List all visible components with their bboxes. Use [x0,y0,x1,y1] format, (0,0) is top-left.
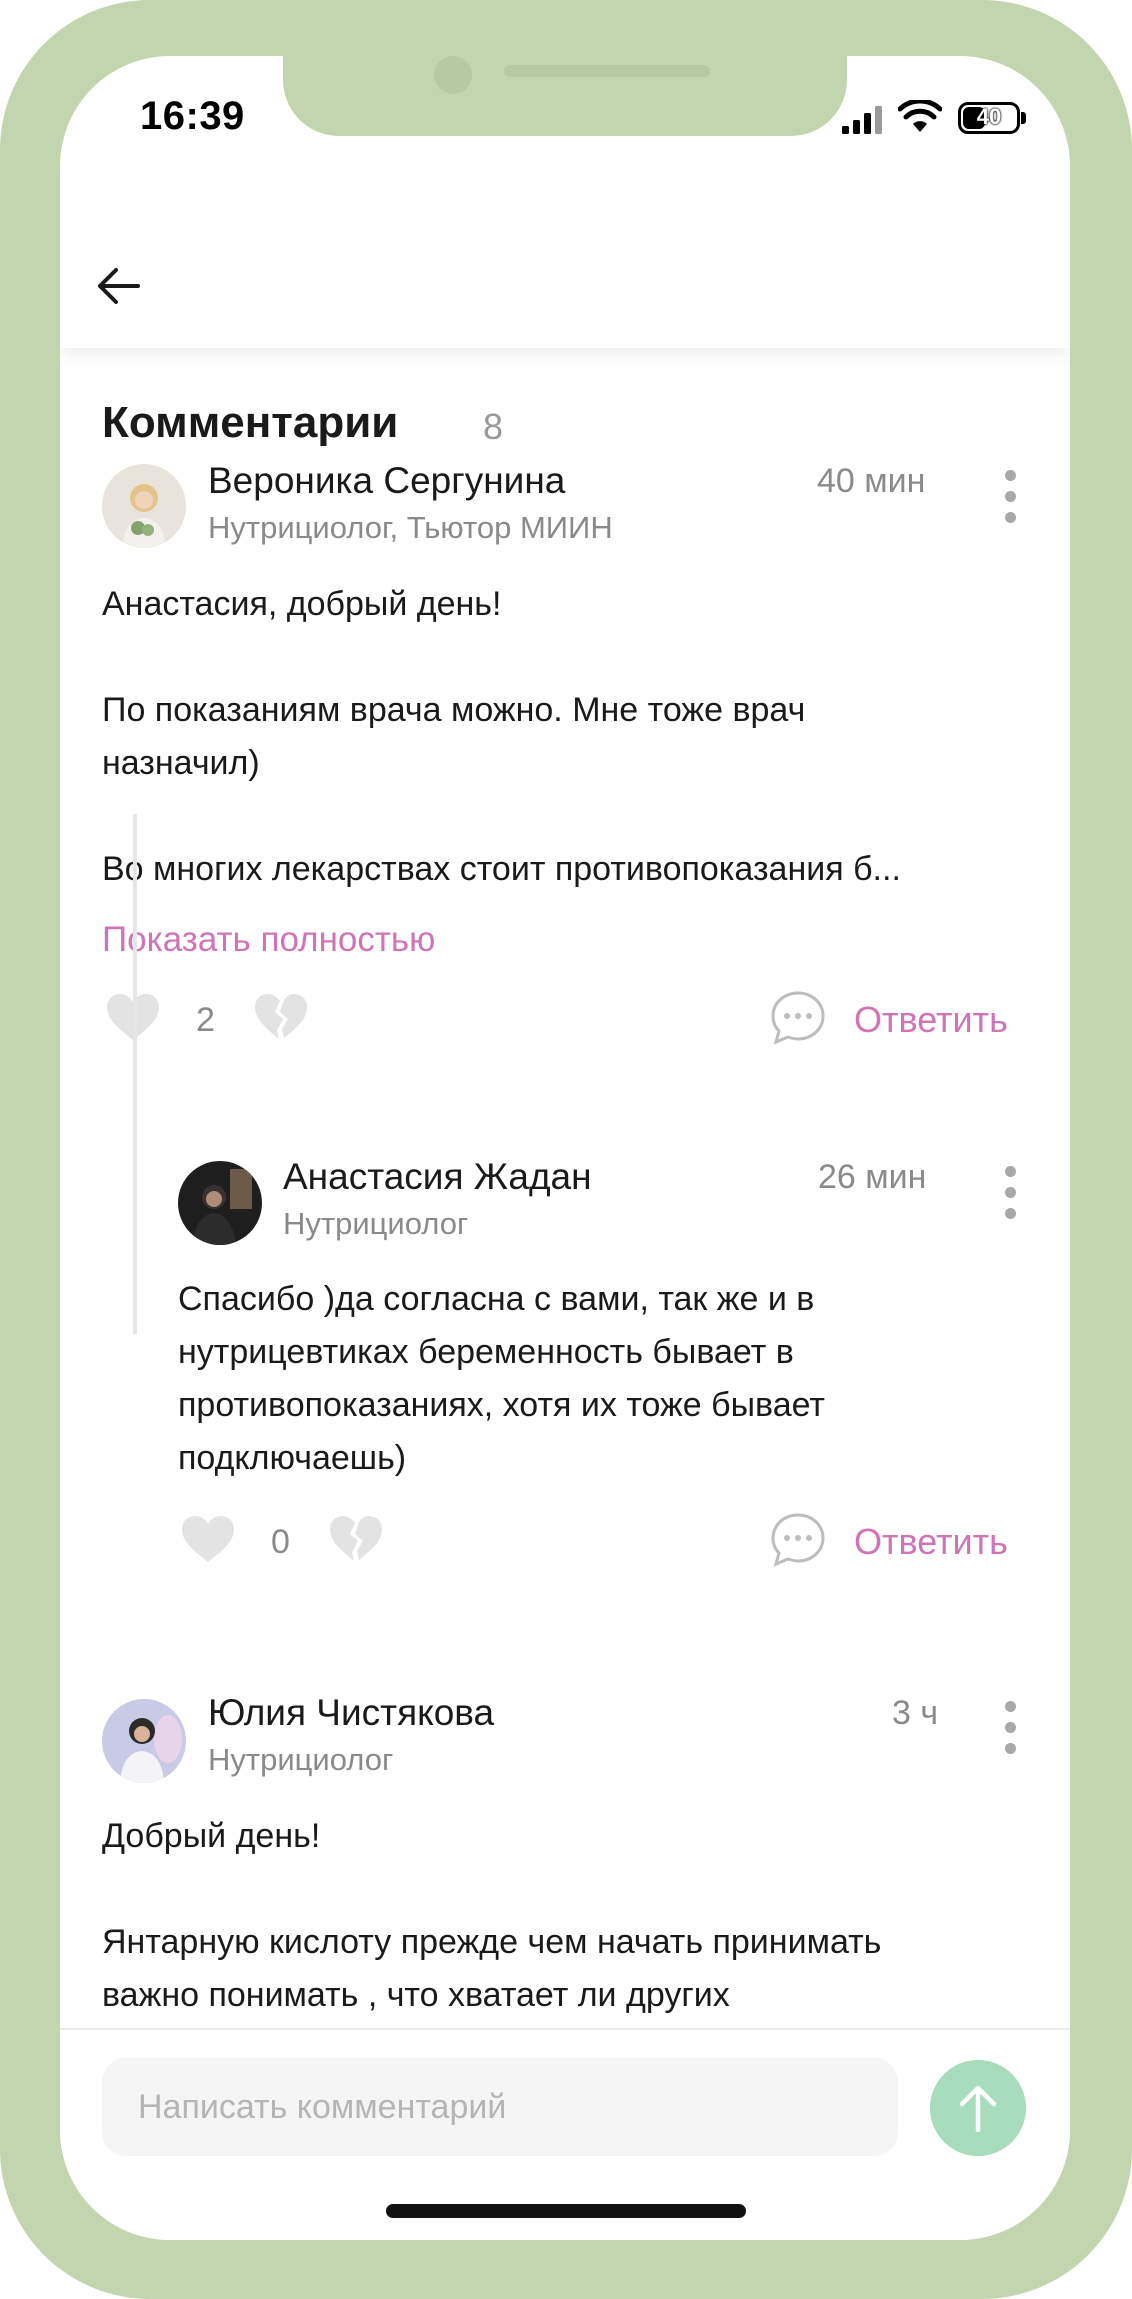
comment-text-line: По показаниям врача можно. Мне тоже врач [102,691,806,729]
avatar[interactable] [178,1161,262,1245]
comment-text-line [102,631,1042,684]
comment-time: 40 мин [817,462,926,500]
comment-text: Спасибо )да согласна с вами, так же и в … [178,1273,1038,1485]
comment-bubble-icon[interactable] [769,1511,827,1569]
comments-list: Комментарии 8 Вероника Сергунина Нутрици… [60,348,1070,2028]
comments-count: 8 [483,406,504,447]
speaker [504,65,710,77]
wifi-icon [898,100,942,132]
battery-nub [1021,112,1026,124]
app-screen: 16:39 40 Комментарии 8 Вероника Сергунин… [60,56,1070,2240]
heart-icon[interactable] [180,1514,236,1566]
comment-text-line: Во многих лекарствах стоит противопоказа… [102,850,901,888]
show-more-link[interactable]: Показать полностью [102,920,435,960]
more-options-icon[interactable] [1003,1701,1017,1757]
comment-author[interactable]: Вероника Сергунина [208,460,565,502]
comment-text: Добрый день! Янтарную кислоту прежде чем… [102,1810,1042,2022]
comment-author[interactable]: Юлия Чистякова [208,1692,494,1734]
comment-text-line: подключаешь) [178,1439,407,1477]
comment-bubble-icon[interactable] [769,989,827,1047]
comment-author-role: Нутрициолог [283,1206,469,1241]
send-arrow-icon[interactable] [930,2060,1026,2156]
avatar[interactable] [102,464,186,548]
comment-input[interactable]: Написать комментарий [102,2058,898,2156]
likes-count: 2 [196,1001,215,1039]
comment-text-line [102,1863,1042,1916]
status-time: 16:39 [140,94,245,138]
more-options-icon[interactable] [1003,1166,1017,1222]
broken-heart-icon[interactable] [253,992,309,1044]
comment-text: Анастасия, добрый день! По показаниям вр… [102,578,1042,896]
comment-text-line: назначил) [102,744,260,782]
reply-button[interactable]: Ответить [854,1521,1008,1563]
camera [434,56,472,94]
top-navigation-bar [60,176,1070,348]
back-arrow-icon[interactable] [90,261,146,311]
comment-text-line: нутрицевтиках беременность бывает в [178,1333,794,1371]
comment-text-line: Анастасия, добрый день! [102,585,502,623]
likes-count: 0 [271,1523,290,1561]
cellular-signal-icon [842,106,882,134]
comment-time: 3 ч [892,1694,939,1732]
comment-author[interactable]: Анастасия Жадан [283,1156,592,1198]
home-indicator[interactable] [386,2204,746,2218]
broken-heart-icon[interactable] [328,1514,384,1566]
comment-text-line: Янтарную кислоту прежде чем начать прини… [102,1923,882,1961]
battery-percentage: 40 [976,104,1002,129]
avatar[interactable] [102,1699,186,1783]
more-options-icon[interactable] [1003,470,1017,526]
battery-icon: 40 [958,102,1020,134]
thread-line [133,814,137,1334]
comment-text-line: Добрый день! [102,1817,321,1855]
reply-button[interactable]: Ответить [854,999,1008,1041]
comment-text-line: Спасибо )да согласна с вами, так же и в [178,1280,815,1318]
comment-author-role: Нутрициолог [208,1742,394,1777]
comment-text-line [102,790,1042,843]
comment-text-line: важно понимать , что хватает ли других [102,1976,730,2014]
comment-time: 26 мин [818,1158,927,1196]
comment-text-line: противопоказаниях, хотя их тоже бывает [178,1386,825,1424]
device-notch [283,56,847,136]
comments-heading: Комментарии [102,398,399,447]
comment-author-role: Нутрициолог, Тьютор МИИН [208,510,613,545]
comment-composer: Написать комментарий [60,2028,1070,2240]
